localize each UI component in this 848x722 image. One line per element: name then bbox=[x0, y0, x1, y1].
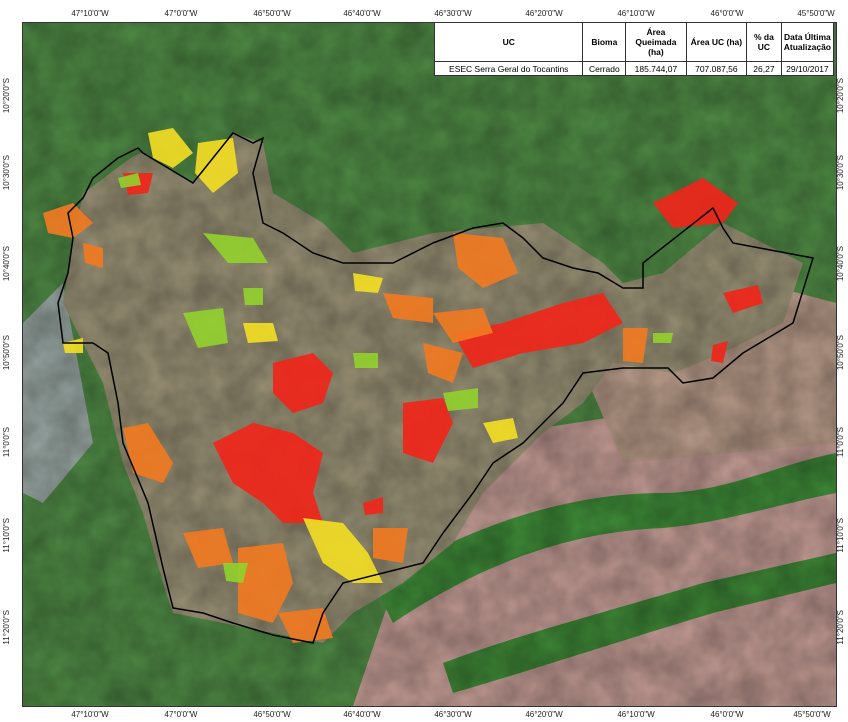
lon-tick-bottom: 46°20'0"W bbox=[525, 710, 563, 719]
lat-tick-right: 11°0'0"S bbox=[836, 427, 845, 458]
lat-tick-left: 10°40'0"S bbox=[2, 246, 11, 282]
lat-tick-left: 11°20'0"S bbox=[2, 610, 11, 645]
lon-tick-bottom: 45°50'0"W bbox=[793, 710, 831, 719]
header-bioma: Bioma bbox=[582, 22, 627, 62]
lat-tick-left: 10°30'0"S bbox=[2, 155, 11, 191]
lon-tick-top: 47°10'0"W bbox=[71, 9, 109, 18]
lat-tick-right: 10°50'0"S bbox=[836, 335, 845, 371]
lon-tick-bottom: 46°30'0"W bbox=[434, 710, 472, 719]
lon-tick-top: 46°0'0"W bbox=[710, 9, 744, 18]
lon-tick-top: 46°20'0"W bbox=[525, 9, 563, 18]
lon-tick-top: 46°40'0"W bbox=[343, 9, 381, 18]
map-frame: 47°10'0"W 47°0'0"W 46°50'0"W 46°40'0"W 4… bbox=[0, 0, 848, 722]
lon-tick-top: 47°0'0"W bbox=[164, 9, 198, 18]
header-area-queimada: Área Queimada (ha) bbox=[625, 22, 687, 62]
lat-tick-right: 10°40'0"S bbox=[836, 246, 845, 282]
header-area-uc: Área UC (ha) bbox=[685, 22, 748, 62]
cell-uc: ESEC Serra Geral do Tocantins bbox=[433, 61, 584, 76]
cell-area-queimada: 185.744,07 bbox=[625, 61, 687, 76]
lat-tick-left: 10°20'0"S bbox=[2, 78, 11, 114]
lon-tick-top: 46°10'0"W bbox=[617, 9, 655, 18]
cell-data-atualizacao: 29/10/2017 bbox=[780, 61, 835, 76]
lon-tick-bottom: 47°0'0"W bbox=[164, 710, 198, 719]
lon-tick-bottom: 46°50'0"W bbox=[253, 710, 291, 719]
cell-area-uc: 707.087,56 bbox=[685, 61, 748, 76]
lon-tick-top: 46°50'0"W bbox=[253, 9, 291, 18]
lon-tick-bottom: 46°40'0"W bbox=[343, 710, 381, 719]
lat-tick-left: 10°50'0"S bbox=[2, 335, 11, 371]
lat-tick-right: 11°20'0"S bbox=[836, 610, 845, 645]
lat-tick-left: 11°10'0"S bbox=[2, 518, 11, 553]
uc-info-header-row: UC Bioma Área Queimada (ha) Área UC (ha)… bbox=[433, 22, 835, 62]
lat-tick-right: 11°10'0"S bbox=[836, 518, 845, 553]
lat-tick-right: 10°30'0"S bbox=[836, 155, 845, 191]
map-canvas bbox=[23, 23, 836, 706]
lon-tick-bottom: 46°0'0"W bbox=[710, 710, 744, 719]
lon-tick-top: 46°30'0"W bbox=[434, 9, 472, 18]
cell-bioma: Cerrado bbox=[582, 61, 627, 76]
header-percent-uc: % da UC bbox=[746, 22, 782, 62]
cell-percent-uc: 26,27 bbox=[746, 61, 782, 76]
lon-tick-bottom: 47°10'0"W bbox=[71, 710, 109, 719]
header-data-atualizacao: Data Última Atualização bbox=[780, 22, 835, 62]
uc-info-data-row: ESEC Serra Geral do Tocantins Cerrado 18… bbox=[433, 61, 835, 76]
header-uc: UC bbox=[433, 22, 584, 62]
lon-tick-top: 45°50'0"W bbox=[797, 9, 835, 18]
uc-info-table: UC Bioma Área Queimada (ha) Área UC (ha)… bbox=[433, 22, 835, 76]
lat-tick-left: 11°0'0"S bbox=[2, 427, 11, 458]
lat-tick-right: 10°20'0"S bbox=[836, 78, 845, 114]
satellite-map[interactable] bbox=[22, 22, 837, 707]
lon-tick-bottom: 46°10'0"W bbox=[617, 710, 655, 719]
